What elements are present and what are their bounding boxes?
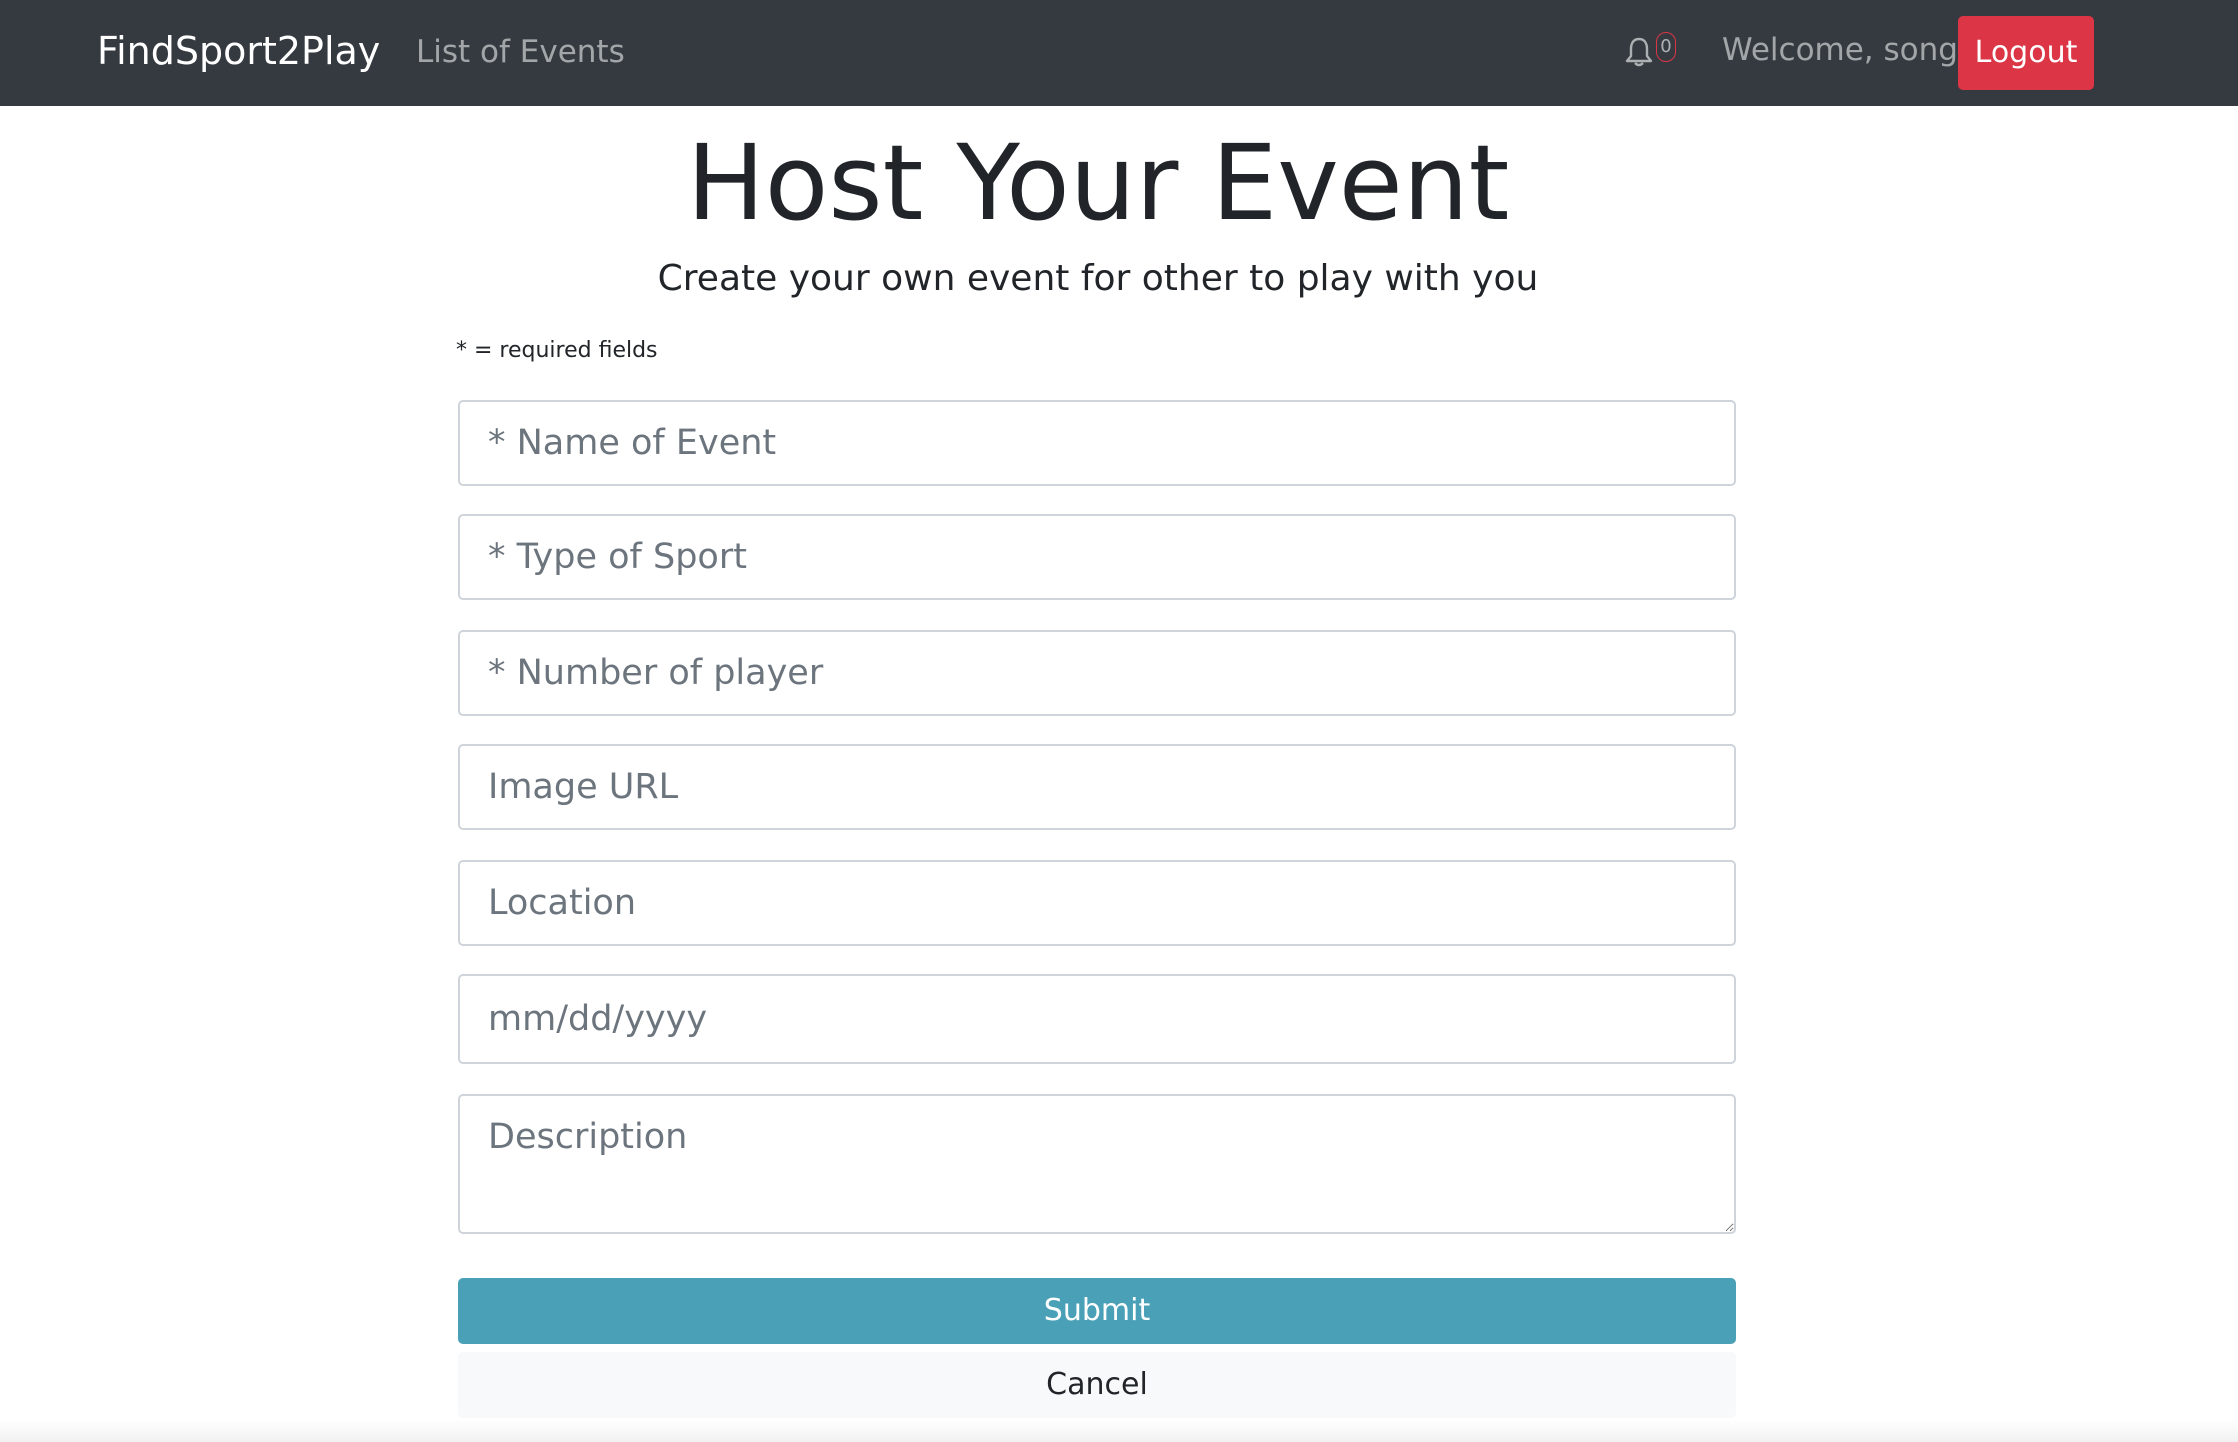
sport-type-input[interactable] [458, 514, 1736, 600]
date-input[interactable] [458, 974, 1736, 1064]
page-subtitle: Create your own event for other to play … [657, 258, 1539, 299]
location-input[interactable] [458, 860, 1736, 946]
brand-link[interactable]: FindSport2Play [97, 26, 380, 76]
page-bottom-edge [0, 1420, 2238, 1442]
player-count-input[interactable] [458, 630, 1736, 716]
event-name-input[interactable] [458, 400, 1736, 486]
welcome-text: Welcome, song [1722, 32, 1958, 68]
required-fields-note: * = required fields [456, 338, 658, 363]
cancel-button[interactable]: Cancel [458, 1352, 1736, 1418]
notification-count-badge: 0 [1656, 32, 1676, 62]
image-url-input[interactable] [458, 744, 1736, 830]
notifications-button[interactable]: 0 [1624, 30, 1680, 72]
nav-link-list-of-events[interactable]: List of Events [416, 32, 625, 72]
submit-button[interactable]: Submit [458, 1278, 1736, 1344]
bell-icon [1625, 37, 1653, 67]
description-textarea[interactable] [458, 1094, 1736, 1234]
page-title: Host Your Event [686, 122, 1510, 244]
logout-button[interactable]: Logout [1958, 16, 2094, 90]
navbar: FindSport2Play List of Events 0 Welcome,… [0, 0, 2238, 106]
